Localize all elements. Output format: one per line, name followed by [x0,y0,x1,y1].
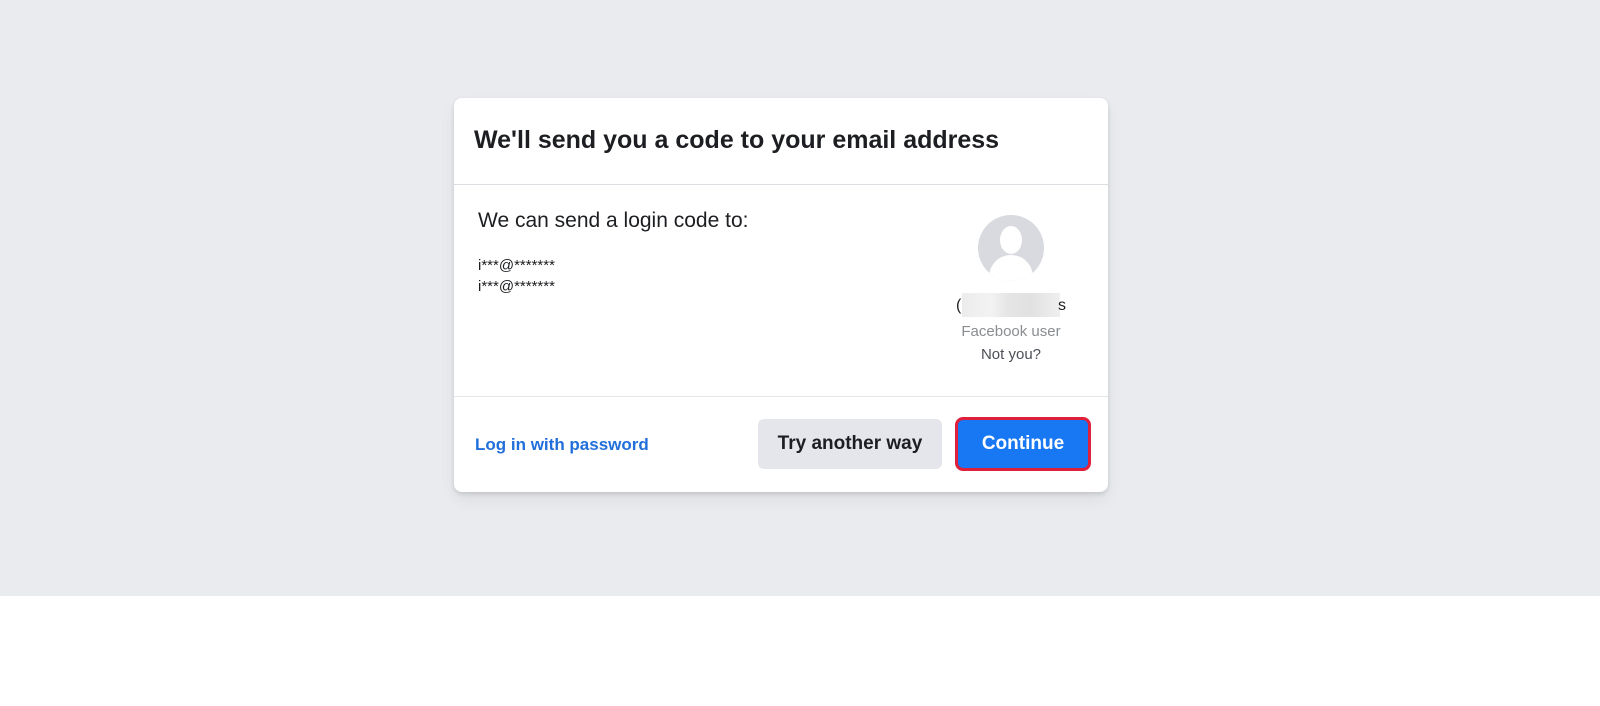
try-another-way-button[interactable]: Try another way [758,419,942,469]
name-edge-right: s [1058,297,1066,314]
account-profile: ( s Facebook user Not you? [934,215,1088,363]
dialog-body: We can send a login code to: i***@******… [454,185,1108,397]
masked-email: i***@******* [478,257,555,274]
name-redaction [962,293,1060,317]
dialog-title: We'll send you a code to your email addr… [474,126,1000,154]
login-code-dialog: We'll send you a code to your email addr… [454,98,1108,492]
continue-button[interactable]: Continue [955,417,1091,471]
masked-email: i***@******* [478,278,555,295]
avatar-placeholder-icon [978,215,1044,281]
login-with-password-link[interactable]: Log in with password [475,435,649,455]
dialog-header: We'll send you a code to your email addr… [454,98,1108,185]
send-code-label: We can send a login code to: [478,209,749,232]
not-you-link[interactable]: Not you? [934,346,1088,363]
dialog-footer: Log in with password Try another way Con… [454,397,1108,491]
name-edge-left: ( [956,297,962,314]
account-name-redacted: ( s [956,293,1066,317]
account-subtitle: Facebook user [961,323,1061,340]
contact-section: We can send a login code to: i***@******… [478,209,748,297]
